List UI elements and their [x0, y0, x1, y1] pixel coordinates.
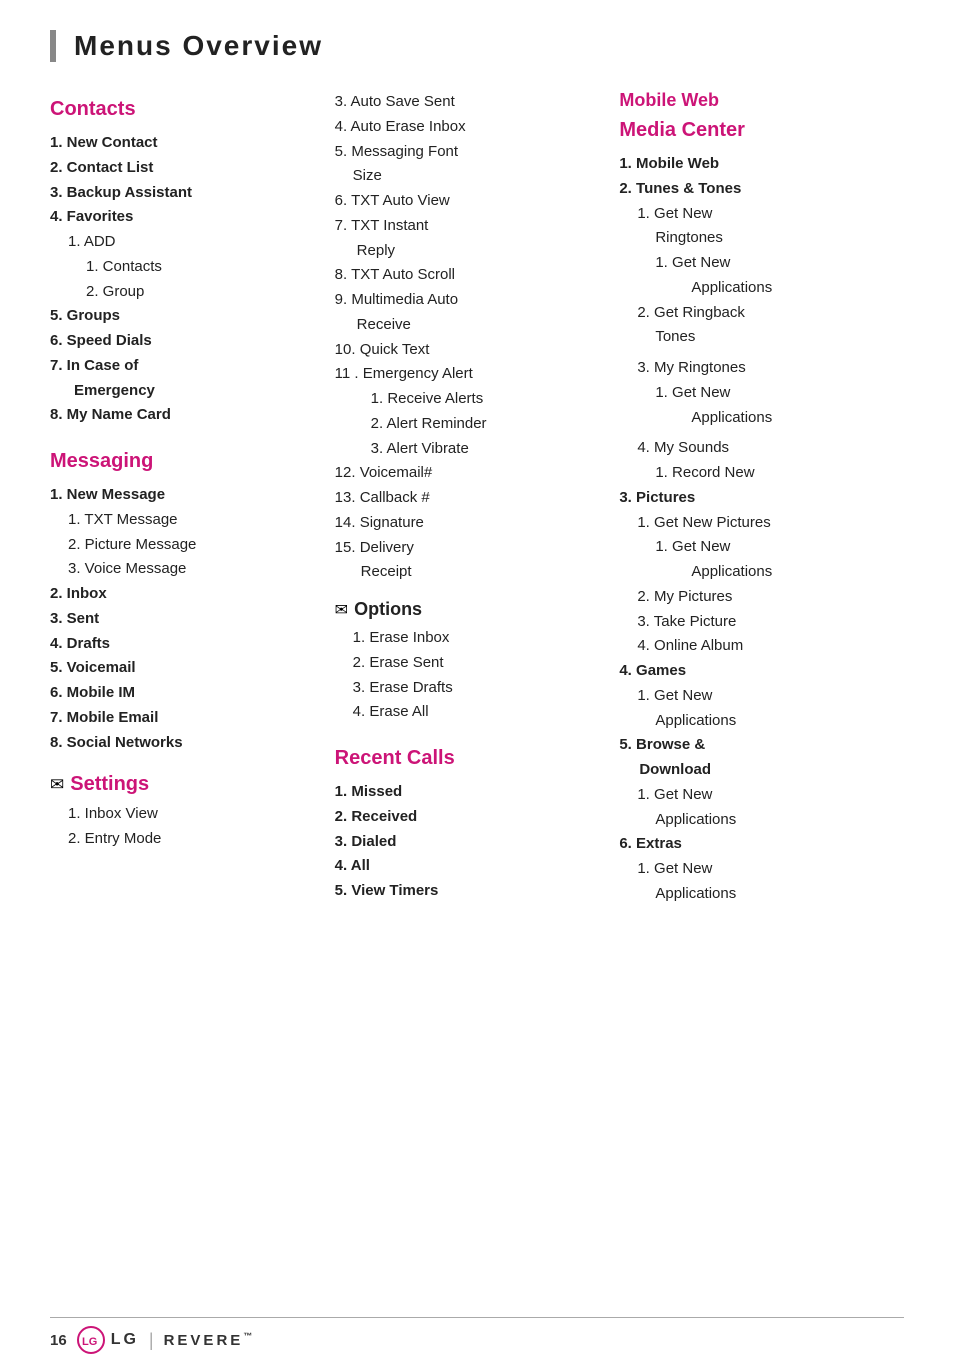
list-item: 6. Speed Dials — [50, 329, 315, 354]
list-item: 4. My Sounds — [619, 436, 884, 461]
list-item: 6. Mobile IM — [50, 681, 315, 706]
page-number: 16 — [50, 1332, 67, 1349]
list-item: 2. Inbox — [50, 582, 315, 607]
list-item: 2. Get RingbackTones — [619, 301, 884, 351]
model-name-label: REVERE™ — [164, 1331, 256, 1349]
list-item: 7. In Case ofEmergency — [50, 354, 315, 404]
settings-list: 1. Inbox View 2. Entry Mode — [50, 802, 315, 852]
list-item: 1. Get NewApplications — [619, 381, 884, 431]
list-item: 1. Get New Pictures — [619, 511, 884, 536]
list-item: 4. Games — [619, 659, 884, 684]
list-item: 2. Group — [50, 280, 315, 305]
lg-logo-icon: LG — [77, 1326, 105, 1354]
list-item: 4. Online Album — [619, 634, 884, 659]
contacts-list: 1. New Contact 2. Contact List 3. Backup… — [50, 131, 315, 428]
list-item: 4. Favorites — [50, 205, 315, 230]
list-item: 3. Sent — [50, 607, 315, 632]
options-list: 1. Erase Inbox 2. Erase Sent 3. Erase Dr… — [335, 626, 600, 725]
page-footer: 16 LG LG | REVERE™ — [50, 1317, 904, 1354]
list-item: 2. Picture Message — [50, 533, 315, 558]
list-item: 1. Get NewApplications — [619, 783, 884, 833]
recent-calls-list: 1. Missed 2. Received 3. Dialed 4. All 5… — [335, 780, 600, 904]
list-item: 1. Get NewApplications — [619, 251, 884, 301]
list-item: 8. My Name Card — [50, 403, 315, 428]
footer-divider: | — [149, 1330, 154, 1351]
list-item: 4. Auto Erase Inbox — [335, 115, 600, 140]
list-item: 1. TXT Message — [50, 508, 315, 533]
list-item: 3. Alert Vibrate — [335, 437, 600, 462]
contacts-section-title: Contacts — [50, 98, 315, 121]
list-item: 1. New Contact — [50, 131, 315, 156]
list-item: 8. Social Networks — [50, 731, 315, 756]
mobile-web-inline-title: Mobile Web — [619, 90, 719, 111]
list-item: 6. TXT Auto View — [335, 189, 600, 214]
settings-icon: ✉ — [50, 775, 64, 795]
list-item: 15. DeliveryReceipt — [335, 536, 600, 586]
list-item: 7. TXT InstantReply — [335, 214, 600, 264]
list-item: 3. Backup Assistant — [50, 181, 315, 206]
column-2: 3. Auto Save Sent 4. Auto Erase Inbox 5.… — [335, 90, 620, 904]
list-item: 3. Dialed — [335, 830, 600, 855]
options-section-title: Options — [354, 599, 422, 620]
page-title: Menus Overview — [50, 30, 904, 62]
list-item: 3. Pictures — [619, 486, 884, 511]
list-item: 2. Contact List — [50, 156, 315, 181]
list-item: 5. Browse &Download — [619, 733, 884, 783]
list-item: 5. View Timers — [335, 879, 600, 904]
list-item: 1. Record New — [619, 461, 884, 486]
brand-logo: LG LG | REVERE™ — [77, 1326, 256, 1354]
list-item: 1. Get NewApplications — [619, 535, 884, 585]
media-center-section-title: Media Center — [619, 119, 884, 142]
options-icon: ✉ — [335, 600, 348, 620]
column-3: Mobile Web Media Center 1. Mobile Web 2.… — [619, 90, 904, 907]
list-item: 3. Take Picture — [619, 610, 884, 635]
list-item: 5. Voicemail — [50, 656, 315, 681]
list-item: 7. Mobile Email — [50, 706, 315, 731]
list-item: 3. Erase Drafts — [335, 676, 600, 701]
list-item: 1. Missed — [335, 780, 600, 805]
list-item: 13. Callback # — [335, 486, 600, 511]
list-item: 4. Drafts — [50, 632, 315, 657]
messaging-list: 1. New Message 1. TXT Message 2. Picture… — [50, 483, 315, 755]
list-item: 5. Messaging FontSize — [335, 140, 600, 190]
list-item: 5. Groups — [50, 304, 315, 329]
list-item: 1. Receive Alerts — [335, 387, 600, 412]
list-item: 2. My Pictures — [619, 585, 884, 610]
list-item: 4. Erase All — [335, 700, 600, 725]
list-item: 9. Multimedia AutoReceive — [335, 288, 600, 338]
list-item: 1. Get NewRingtones — [619, 202, 884, 252]
list-item: 11 . Emergency Alert — [335, 362, 600, 387]
media-center-list: 1. Mobile Web 2. Tunes & Tones 1. Get Ne… — [619, 152, 884, 907]
list-item: 12. Voicemail# — [335, 461, 600, 486]
messaging-section-title: Messaging — [50, 450, 315, 473]
svg-text:LG: LG — [82, 1336, 97, 1348]
list-item: 1. Erase Inbox — [335, 626, 600, 651]
list-item: 4. All — [335, 854, 600, 879]
list-item: 1. Contacts — [50, 255, 315, 280]
brand-name-label: LG — [111, 1331, 139, 1349]
list-item: 3. Auto Save Sent — [335, 90, 600, 115]
list-item: 2. Entry Mode — [50, 827, 315, 852]
list-item: 3. My Ringtones — [619, 356, 884, 381]
list-item: 10. Quick Text — [335, 338, 600, 363]
list-item: 1. Get NewApplications — [619, 857, 884, 907]
list-item: 2. Alert Reminder — [335, 412, 600, 437]
list-item: 1. ADD — [50, 230, 315, 255]
messaging-cont-list: 3. Auto Save Sent 4. Auto Erase Inbox 5.… — [335, 90, 600, 585]
list-item: 1. Mobile Web — [619, 152, 884, 177]
list-item: 1. Get NewApplications — [619, 684, 884, 734]
column-1: Contacts 1. New Contact 2. Contact List … — [50, 90, 335, 852]
list-item: 2. Received — [335, 805, 600, 830]
list-item: 14. Signature — [335, 511, 600, 536]
list-item: 1. New Message — [50, 483, 315, 508]
list-item: 8. TXT Auto Scroll — [335, 263, 600, 288]
recent-calls-section-title: Recent Calls — [335, 747, 600, 770]
list-item: 2. Tunes & Tones — [619, 177, 884, 202]
list-item: 1. Inbox View — [50, 802, 315, 827]
list-item: 3. Voice Message — [50, 557, 315, 582]
list-item: 2. Erase Sent — [335, 651, 600, 676]
list-item: 6. Extras — [619, 832, 884, 857]
settings-section-title: Settings — [70, 773, 149, 796]
